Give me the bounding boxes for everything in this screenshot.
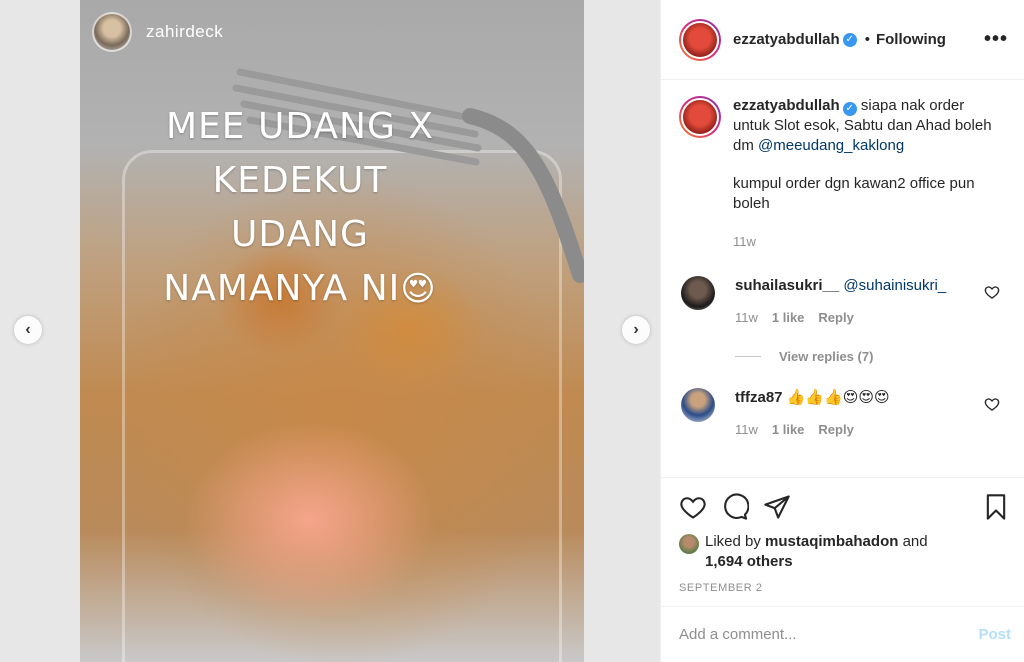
commenter-avatar[interactable]	[681, 388, 715, 422]
post-actions-bar	[661, 486, 1024, 528]
caption-row: ezzatyabdullah ✓ siapa nak order untuk Sl…	[679, 96, 1006, 252]
comment-like-count[interactable]: 1 like	[772, 422, 805, 437]
post-media-pane: zahirdeck MEE UDANG X KEDEKUT UDANG NAMA…	[0, 0, 660, 662]
caption-text-2: kumpul order dgn kawan2 office pun boleh	[733, 175, 975, 212]
previous-media-button[interactable]: ‹	[14, 316, 42, 344]
story-caption: MEE UDANG X KEDEKUT UDANG NAMANYA NI😍	[140, 100, 460, 316]
caption-body: ezzatyabdullah ✓ siapa nak order untuk Sl…	[733, 96, 993, 252]
comment-timestamp[interactable]: 11w	[735, 310, 758, 325]
post-side-panel: ezzatyabdullah ✓ • Following ••• ezzatya…	[660, 0, 1024, 662]
author-name-row: ezzatyabdullah ✓ • Following	[733, 31, 946, 48]
comment-meta: 11w 1 like Reply	[735, 310, 985, 325]
comment-bubble-icon[interactable]	[721, 493, 749, 521]
author-avatar[interactable]	[679, 18, 721, 61]
chevron-right-icon: ›	[633, 321, 639, 338]
story-avatar[interactable]	[92, 12, 132, 52]
comment-emoji-text: 👍👍👍😍😍😍	[786, 389, 890, 406]
comment-like-heart-icon[interactable]	[984, 284, 1000, 300]
share-paper-plane-icon[interactable]	[763, 493, 791, 521]
likes-summary: Liked by mustaqimbahadon and 1,694 other…	[661, 532, 1024, 572]
comment-item: suhailasukri__ @suhainisukri_ 11w 1 like…	[679, 276, 1006, 325]
commenter-avatar[interactable]	[681, 276, 715, 310]
comment-timestamp[interactable]: 11w	[735, 422, 758, 437]
comment-reply-button[interactable]: Reply	[818, 422, 853, 437]
story-caption-line2: KEDEKUT UDANG	[212, 160, 388, 255]
caption-line: ezzatyabdullah ✓ siapa nak order untuk Sl…	[733, 96, 993, 156]
post-date[interactable]: SEPTEMBER 2	[661, 582, 1024, 594]
verified-badge-icon: ✓	[842, 102, 857, 116]
verified-badge-icon: ✓	[842, 32, 857, 47]
likes-others-count[interactable]: 1,694 others	[705, 553, 793, 570]
chevron-left-icon: ‹	[25, 321, 31, 338]
story-image[interactable]: zahirdeck MEE UDANG X KEDEKUT UDANG NAMA…	[80, 0, 584, 662]
dot-separator: •	[864, 31, 870, 48]
like-heart-icon[interactable]	[679, 493, 707, 521]
following-button[interactable]: Following	[876, 31, 946, 48]
add-comment-bar: Post	[661, 606, 1024, 662]
commenter-username[interactable]: tffza87	[735, 389, 783, 406]
caption-author-username[interactable]: ezzatyabdullah	[733, 97, 840, 114]
story-caption-line1: MEE UDANG X	[166, 106, 434, 147]
story-caption-line3: NAMANYA NI😍	[140, 262, 460, 316]
comment-item: tffza87 👍👍👍😍😍😍 11w 1 like Reply	[679, 388, 1006, 437]
comment-body: tffza87 👍👍👍😍😍😍 11w 1 like Reply	[735, 388, 985, 437]
comment-text: suhailasukri__ @suhainisukri_	[735, 276, 985, 296]
view-replies-button[interactable]: View replies (7)	[735, 349, 1006, 364]
post-comment-button[interactable]: Post	[978, 626, 1011, 643]
story-header: zahirdeck	[92, 12, 223, 52]
comment-like-heart-icon[interactable]	[984, 396, 1000, 412]
liked-by-prefix: Liked by	[705, 533, 761, 550]
caption-timestamp[interactable]: 11w	[733, 232, 993, 252]
next-media-button[interactable]: ›	[622, 316, 650, 344]
comment-like-count[interactable]: 1 like	[772, 310, 805, 325]
comment-reply-button[interactable]: Reply	[818, 310, 853, 325]
caption-author-avatar[interactable]	[679, 96, 721, 138]
comment-body: suhailasukri__ @suhainisukri_ 11w 1 like…	[735, 276, 985, 325]
comment-input[interactable]	[679, 626, 979, 643]
author-username[interactable]: ezzatyabdullah	[733, 31, 840, 48]
post-header: ezzatyabdullah ✓ • Following •••	[661, 0, 1024, 80]
comment-mention-link[interactable]: @suhainisukri_	[843, 277, 946, 294]
liker-avatar[interactable]	[679, 534, 699, 554]
story-username[interactable]: zahirdeck	[146, 22, 223, 42]
liker-username[interactable]: mustaqimbahadon	[765, 533, 898, 550]
save-bookmark-icon[interactable]	[982, 493, 1010, 521]
comment-text: tffza87 👍👍👍😍😍😍	[735, 388, 985, 408]
story-caption-line3-text: NAMANYA NI	[163, 268, 401, 309]
heart-eyes-emoji: 😍	[400, 269, 437, 309]
likes-conjunction: and	[902, 533, 928, 550]
caption-mention-link[interactable]: @meeudang_kaklong	[758, 137, 904, 154]
more-options-icon[interactable]: •••	[984, 28, 1008, 51]
commenter-username[interactable]: suhailasukri__	[735, 277, 839, 294]
replies-divider-line	[735, 356, 761, 357]
comment-meta: 11w 1 like Reply	[735, 422, 985, 437]
view-replies-label: View replies (7)	[779, 349, 874, 364]
comments-section: ezzatyabdullah ✓ siapa nak order untuk Sl…	[661, 80, 1024, 478]
likes-text: Liked by mustaqimbahadon and 1,694 other…	[705, 532, 928, 572]
